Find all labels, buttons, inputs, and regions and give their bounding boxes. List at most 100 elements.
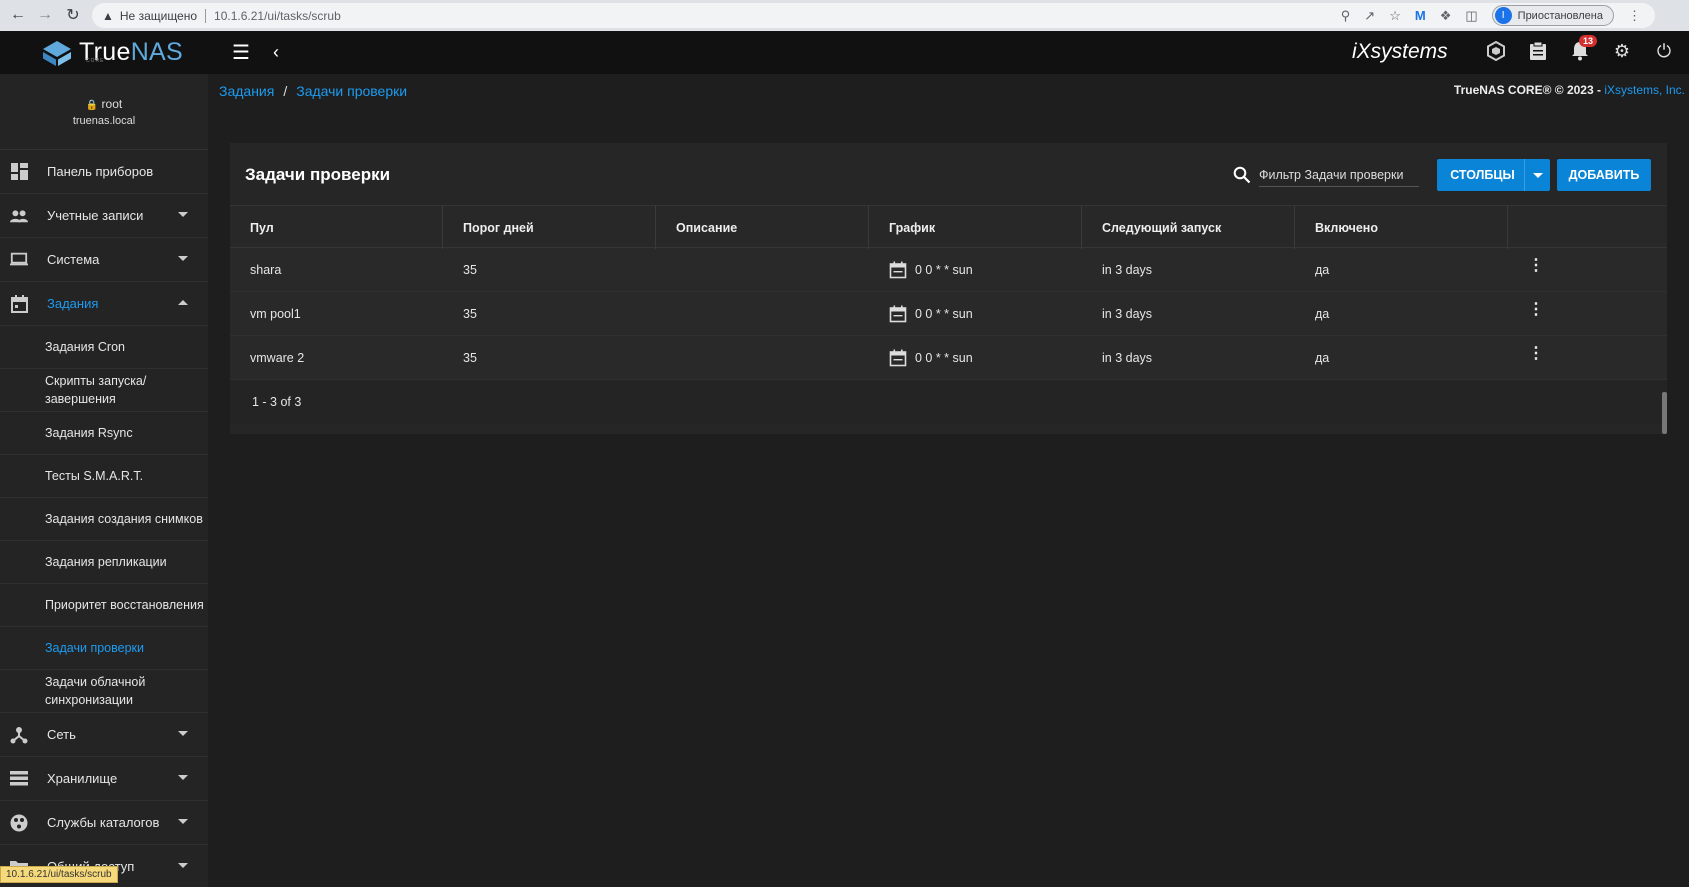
- extensions-puzzle-icon[interactable]: ❖: [1440, 8, 1452, 24]
- settings-gear-icon[interactable]: ⚙: [1611, 39, 1633, 63]
- sidebar-subitem-rsync[interactable]: Задания Rsync: [0, 412, 208, 455]
- sidebar-item-system[interactable]: Система: [0, 238, 208, 282]
- sidebar-subitem-scrub[interactable]: Задачи проверки: [0, 627, 208, 670]
- profile-label: Приостановлена: [1517, 9, 1603, 22]
- breadcrumb-separator: /: [283, 83, 288, 99]
- column-header-description[interactable]: Описание: [656, 206, 869, 249]
- search-icon: [1233, 166, 1251, 184]
- sidebar-item-network[interactable]: Сеть: [0, 713, 208, 757]
- notifications-bell-icon[interactable]: 13: [1569, 35, 1597, 63]
- truecommand-icon[interactable]: [1485, 39, 1507, 63]
- columns-button[interactable]: СТОЛБЦЫ: [1437, 159, 1550, 191]
- user-name: 🔒 root: [85, 96, 123, 111]
- sidebar-item-directory-services[interactable]: Службы каталогов: [0, 801, 208, 845]
- browser-toolbar: ← → ↻ ▲ Не защищено 10.1.6.21/ui/tasks/s…: [0, 0, 1689, 31]
- cell-next-run: in 3 days: [1102, 307, 1153, 321]
- sidebar-item-label: Службы каталогов: [47, 815, 160, 830]
- app-topbar: TrueNAS CORE ☰ ‹ iXsystems 13 ⚙ ⏻: [0, 31, 1689, 74]
- storage-icon: [10, 770, 28, 788]
- profile-button[interactable]: I Приостановлена: [1491, 5, 1614, 26]
- host-name: truenas.local: [72, 114, 136, 127]
- more-options-icon[interactable]: ⋮: [1526, 255, 1546, 275]
- sidebar-item-dashboard[interactable]: Панель приборов: [0, 150, 208, 194]
- table-row[interactable]: vmware 2 35 0 0 * * sun in 3 days да ⋮: [230, 336, 1667, 380]
- extension-m-icon[interactable]: M: [1415, 8, 1426, 23]
- sidebar-item-storage[interactable]: Хранилище: [0, 757, 208, 801]
- hamburger-menu-icon[interactable]: ☰: [230, 41, 252, 64]
- lock-icon: 🔒: [85, 99, 99, 111]
- sidebar-item-accounts[interactable]: Учетные записи: [0, 194, 208, 238]
- cell-description: [656, 292, 869, 336]
- cell-next-run: in 3 days: [1102, 351, 1153, 365]
- column-header-enabled[interactable]: Включено: [1295, 206, 1508, 249]
- warning-icon: ▲: [102, 8, 114, 23]
- address-bar[interactable]: ▲ Не защищено 10.1.6.21/ui/tasks/scrub ⚲…: [92, 3, 1655, 28]
- profile-avatar: I: [1494, 7, 1512, 24]
- schedule-text: 0 0 * * sun: [915, 263, 973, 277]
- table-row[interactable]: vm pool1 35 0 0 * * sun in 3 days да ⋮: [230, 292, 1667, 336]
- chevron-down-icon: [178, 863, 188, 868]
- task-manager-icon[interactable]: [1527, 39, 1549, 63]
- add-button[interactable]: ДОБАВИТЬ: [1557, 159, 1651, 191]
- chevron-down-icon: [178, 256, 188, 261]
- table-row[interactable]: shara 35 0 0 * * sun in 3 days да ⋮: [230, 248, 1667, 292]
- cell-schedule: 0 0 * * sun: [869, 336, 1082, 380]
- sidebar-subitem-cloud-sync[interactable]: Задачи облачной синхронизации: [0, 670, 208, 713]
- cell-pool: vmware 2: [250, 351, 305, 365]
- sidebar-subitem-cron[interactable]: Задания Cron: [0, 326, 208, 369]
- cell-threshold: 35: [463, 307, 477, 321]
- chevron-down-icon[interactable]: [1524, 159, 1550, 191]
- logo-edition: CORE: [86, 58, 105, 64]
- page-title: Задачи проверки: [245, 165, 391, 184]
- breadcrumb-current[interactable]: Задачи проверки: [296, 83, 407, 99]
- sidebar-subitem-init-shutdown[interactable]: Скрипты запуска/ завершения: [0, 369, 208, 412]
- omnibox-actions: ⚲ ↗ ☆ M ❖ ◫ I Приостановлена ⋮: [1341, 3, 1641, 28]
- collapse-sidebar-icon[interactable]: ‹: [266, 41, 286, 63]
- network-icon: [10, 726, 28, 744]
- forward-arrow-icon[interactable]: →: [31, 1, 59, 29]
- truenas-logo[interactable]: TrueNAS: [41, 38, 183, 67]
- side-panel-icon[interactable]: ◫: [1465, 8, 1477, 24]
- star-icon[interactable]: ☆: [1389, 8, 1401, 24]
- column-header-schedule[interactable]: График: [869, 206, 1082, 249]
- share-icon[interactable]: ↗: [1364, 8, 1375, 24]
- column-header-next-run[interactable]: Следующий запуск: [1082, 206, 1295, 249]
- reload-icon[interactable]: ↻: [59, 1, 87, 29]
- ixsystems-logo[interactable]: iXsystems: [1352, 40, 1448, 64]
- sidebar-item-label: Задания: [47, 296, 99, 311]
- sidebar-subitem-snapshot[interactable]: Задания создания снимков: [0, 498, 208, 541]
- sidebar-subitem-resilver[interactable]: Приоритет восстановления: [0, 584, 208, 627]
- pagination-range: 1 - 3 of 3: [252, 395, 302, 409]
- column-header-pool[interactable]: Пул: [230, 206, 443, 249]
- cell-schedule: 0 0 * * sun: [869, 292, 1082, 336]
- copyright-text: TrueNAS CORE® © 2023 -: [1453, 83, 1605, 97]
- more-options-icon[interactable]: ⋮: [1526, 299, 1546, 319]
- sidebar-item-label: Система: [47, 252, 100, 267]
- power-icon[interactable]: ⏻: [1653, 39, 1675, 63]
- sidebar: 🔒 root truenas.local Панель приборов Уче…: [0, 74, 208, 887]
- ixsystems-link[interactable]: iXsystems, Inc.: [1604, 83, 1685, 97]
- breadcrumb: Задания / Задачи проверки TrueNAS CORE® …: [208, 74, 1689, 108]
- sidebar-subitem-replication[interactable]: Задания репликации: [0, 541, 208, 584]
- scrollbar-thumb[interactable]: [1662, 392, 1667, 434]
- column-header-threshold[interactable]: Порог дней: [443, 206, 656, 249]
- back-arrow-icon[interactable]: ←: [4, 1, 32, 29]
- sidebar-item-tasks[interactable]: Задания: [0, 282, 208, 326]
- cell-actions: ⋮: [1508, 248, 1567, 292]
- sidebar-item-label: Учетные записи: [47, 208, 144, 223]
- status-bar-url: 10.1.6.21/ui/tasks/scrub: [0, 866, 118, 883]
- copyright: TrueNAS CORE® © 2023 - iXsystems, Inc.: [1454, 83, 1685, 97]
- security-label: Не защищено: [119, 8, 198, 23]
- address-divider: [205, 8, 207, 23]
- key-icon[interactable]: ⚲: [1341, 8, 1351, 24]
- chevron-down-icon: [178, 731, 188, 736]
- topbar-actions: 13 ⚙ ⏻: [1485, 35, 1675, 63]
- tasks-icon: [10, 294, 28, 313]
- breadcrumb-parent[interactable]: Задания: [219, 83, 274, 99]
- more-options-icon[interactable]: ⋮: [1526, 343, 1546, 363]
- cell-actions: ⋮: [1508, 292, 1567, 336]
- browser-menu-icon[interactable]: ⋮: [1628, 8, 1641, 24]
- sidebar-subitem-smart[interactable]: Тесты S.M.A.R.T.: [0, 455, 208, 498]
- url-text: 10.1.6.21/ui/tasks/scrub: [214, 8, 341, 23]
- filter-input[interactable]: [1259, 163, 1419, 187]
